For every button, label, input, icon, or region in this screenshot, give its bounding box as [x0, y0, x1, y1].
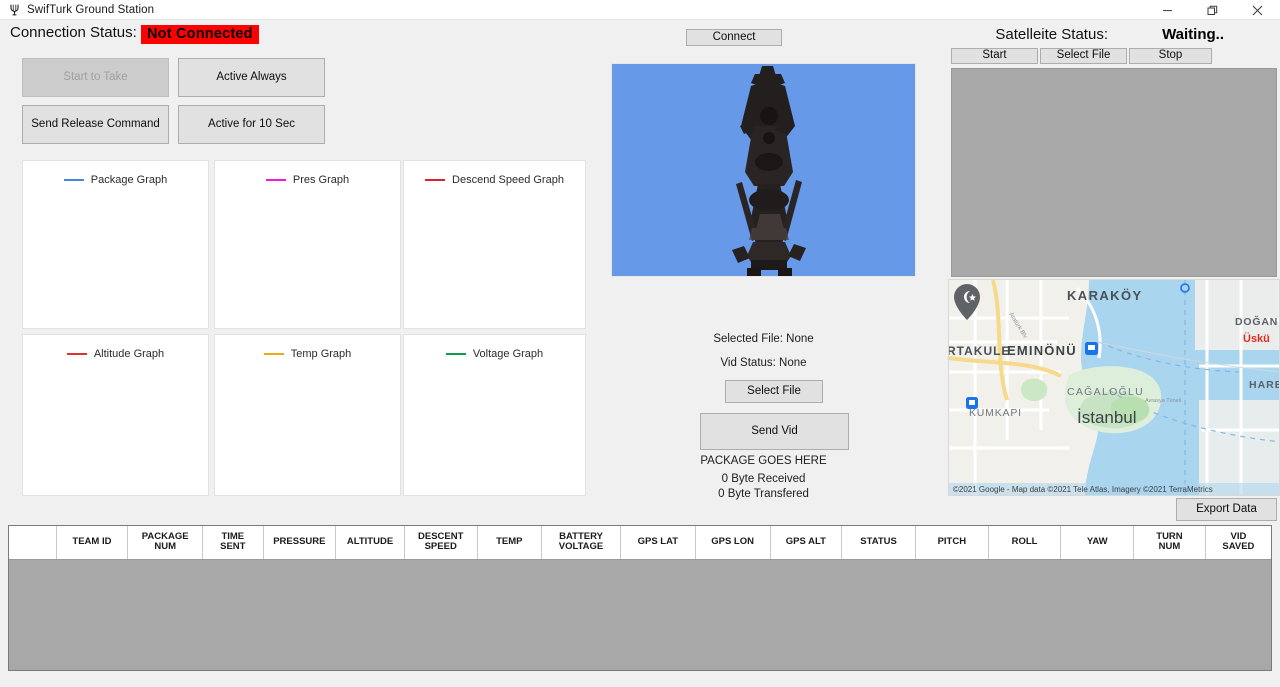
satellite-status-label: Satelleite Status:: [995, 26, 1108, 43]
table-column-header[interactable]: YAW: [1060, 526, 1135, 560]
svg-text:Üskü: Üskü: [1243, 332, 1270, 345]
send-vid-button[interactable]: Send Vid: [700, 413, 849, 450]
svg-text:EMINÖNÜ: EMINÖNÜ: [1007, 343, 1077, 358]
legend-color-swatch: [425, 179, 446, 181]
legend-label: Temp Graph: [290, 348, 352, 360]
table-column-header[interactable]: GPS ALT: [770, 526, 843, 560]
table-body-empty[interactable]: [9, 559, 1271, 670]
legend-color-swatch: [66, 353, 87, 355]
graph-package[interactable]: Package Graph: [22, 160, 209, 329]
close-icon[interactable]: [1235, 0, 1280, 20]
minimize-icon[interactable]: [1145, 0, 1190, 20]
svg-text:RTAKULE: RTAKULE: [949, 344, 1010, 358]
legend-voltage: Voltage Graph: [404, 348, 585, 360]
restore-icon[interactable]: [1190, 0, 1235, 20]
legend-label: Altitude Graph: [93, 348, 165, 360]
select-file-button[interactable]: Select File: [725, 380, 823, 403]
table-column-header[interactable]: PACKAGE NUM: [127, 526, 204, 560]
map-view[interactable]: KARAKÖY EMINÖNÜ RTAKULE CAĞALOĞLU İstanb…: [948, 279, 1280, 496]
graph-pres[interactable]: Pres Graph: [214, 160, 401, 329]
legend-color-swatch: [63, 179, 84, 181]
sat-select-file-button[interactable]: Select File: [1040, 48, 1127, 64]
svg-text:KUMKAPI: KUMKAPI: [969, 407, 1022, 419]
table-column-header[interactable]: GPS LAT: [620, 526, 696, 560]
video-feed-placeholder[interactable]: [951, 68, 1277, 277]
table-column-header[interactable]: ALTITUDE: [335, 526, 405, 560]
legend-color-swatch: [263, 353, 284, 355]
selected-file-status: Selected File: None: [713, 333, 814, 345]
sat-start-button[interactable]: Start: [951, 48, 1038, 64]
table-column-header[interactable]: PRESSURE: [263, 526, 337, 560]
satellite-status-value: Waiting..: [1162, 26, 1224, 43]
svg-text:KARAKÖY: KARAKÖY: [1067, 288, 1143, 303]
table-column-header[interactable]: DESCENT SPEED: [404, 526, 478, 560]
telemetry-table-element: TEAM ID PACKAGE NUM TIME SENT PRESSURE ALTITUD…: [9, 526, 1271, 560]
telemetry-table[interactable]: TEAM ID PACKAGE NUM TIME SENT PRESSURE ALTITUD…: [8, 525, 1272, 671]
legend-altitude: Altitude Graph: [23, 348, 208, 360]
table-header-row: TEAM ID PACKAGE NUM TIME SENT PRESSURE ALTITUD…: [9, 526, 1271, 560]
table-column-header[interactable]: TURN NUM: [1133, 526, 1206, 560]
graph-temp[interactable]: Temp Graph: [214, 334, 401, 496]
legend-label: Pres Graph: [292, 174, 350, 186]
legend-temp: Temp Graph: [215, 348, 400, 360]
trident-icon: [5, 2, 23, 18]
active-for-10-sec-button[interactable]: Active for 10 Sec: [178, 105, 325, 144]
svg-text:HARE: HARE: [1249, 379, 1280, 391]
sat-stop-button[interactable]: Stop: [1129, 48, 1212, 64]
window-title: SwifTurk Ground Station: [27, 3, 155, 16]
legend-package: Package Graph: [23, 174, 208, 186]
table-column-header[interactable]: ROLL: [988, 526, 1062, 560]
connection-status-badge: Not Connected: [141, 25, 259, 44]
satellite-model-icon: [732, 66, 806, 276]
table-column-header[interactable]: BATTERY VOLTAGE: [541, 526, 621, 560]
legend-color-swatch: [445, 353, 466, 355]
legend-label: Voltage Graph: [472, 348, 544, 360]
legend-label: Descend Speed Graph: [452, 174, 564, 186]
svg-text:CAĞALOĞLU: CAĞALOĞLU: [1067, 385, 1144, 398]
package-placeholder-text: PACKAGE GOES HERE: [700, 455, 827, 467]
send-release-command-button[interactable]: Send Release Command: [22, 105, 169, 144]
svg-text:Avrasya Tüneli: Avrasya Tüneli: [1145, 398, 1181, 404]
connect-button[interactable]: Connect: [686, 29, 782, 46]
table-column-header[interactable]: TIME SENT: [202, 526, 264, 560]
legend-label: Package Graph: [90, 174, 168, 186]
map-attribution: ©2021 Google - Map data ©2021 Tele Atlas…: [953, 485, 1213, 494]
table-column-header[interactable]: [9, 526, 57, 560]
table-column-header[interactable]: TEMP: [477, 526, 543, 560]
svg-text:İstanbul: İstanbul: [1077, 408, 1137, 427]
graph-descend-speed[interactable]: Descend Speed Graph: [403, 160, 586, 329]
table-column-header[interactable]: STATUS: [841, 526, 916, 560]
window-controls: [1145, 0, 1280, 20]
table-column-header[interactable]: VID SAVED: [1205, 526, 1271, 560]
graph-altitude[interactable]: Altitude Graph: [22, 334, 209, 496]
vid-status: Vid Status: None: [720, 357, 807, 369]
bytes-received-text: 0 Byte Received: [721, 473, 806, 485]
table-column-header[interactable]: GPS LON: [695, 526, 771, 560]
legend-pres: Pres Graph: [215, 174, 400, 186]
table-column-header[interactable]: TEAM ID: [56, 526, 129, 560]
legend-color-swatch: [265, 179, 286, 181]
start-to-take-button[interactable]: Start to Take: [22, 58, 169, 97]
bytes-transferred-text: 0 Byte Transfered: [718, 488, 809, 500]
active-always-button[interactable]: Active Always: [178, 58, 325, 97]
satellite-3d-model-view[interactable]: [611, 63, 916, 277]
table-column-header[interactable]: PITCH: [915, 526, 989, 560]
map-tiles: KARAKÖY EMINÖNÜ RTAKULE CAĞALOĞLU İstanb…: [949, 280, 1280, 495]
title-bar: SwifTurk Ground Station: [0, 0, 1280, 20]
svg-text:DOĞAN: DOĞAN: [1235, 315, 1278, 328]
connection-status-label: Connection Status:: [10, 24, 137, 41]
graph-voltage[interactable]: Voltage Graph: [403, 334, 586, 496]
export-data-button[interactable]: Export Data: [1176, 498, 1277, 521]
legend-descend-speed: Descend Speed Graph: [404, 174, 585, 186]
